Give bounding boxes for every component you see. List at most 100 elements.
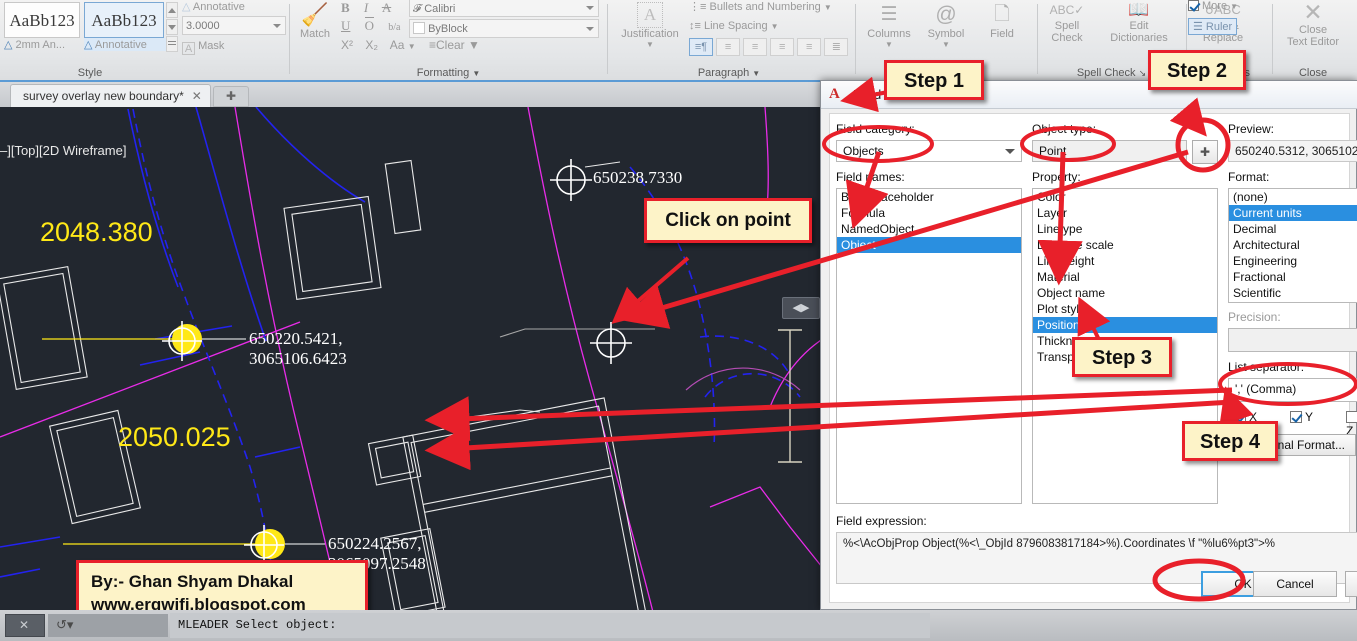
list-item[interactable]: Engineering <box>1229 253 1357 269</box>
list-item[interactable]: (none) <box>1229 189 1357 205</box>
bullets-numbering-button[interactable]: ⋮≡ Bullets and Numbering ▼ <box>689 0 832 13</box>
chevron-down-icon[interactable]: ▼ <box>857 40 921 49</box>
coordinate-label-1: 650220.5421, 3065106.6423 <box>249 329 347 368</box>
align-left-button[interactable]: ≡ <box>716 38 741 56</box>
coordinate-label-top: 650238.7330 <box>593 168 683 187</box>
format-list[interactable]: (none) Current units Decimal Architectur… <box>1228 188 1357 303</box>
command-line-bar: ✕ ↺▾ MLEADER Select object: <box>0 610 1357 641</box>
style-scroll-down-button[interactable] <box>166 19 178 35</box>
list-separator-combo[interactable]: ',' (Comma) <box>1228 378 1357 402</box>
style-scroll-up-button[interactable] <box>166 2 178 18</box>
chevron-down-icon[interactable]: ▼ <box>617 40 683 49</box>
field-category-combo[interactable]: Objects <box>836 140 1022 162</box>
font-family-value: Calibri <box>424 3 456 15</box>
superscript-button[interactable]: X² <box>341 38 353 52</box>
strikethrough-button[interactable]: A <box>382 0 391 15</box>
match-label: Match <box>300 28 330 40</box>
command-input[interactable]: MLEADER Select object: <box>170 613 930 638</box>
underline-button[interactable]: U <box>341 18 350 33</box>
format-row-2: U O b/a <box>341 17 401 34</box>
symbol-icon[interactable]: @ <box>919 2 973 28</box>
precision-label: Precision: <box>1228 310 1281 324</box>
document-tab-survey-overlay[interactable]: survey overlay new boundary* ✕ <box>10 84 211 107</box>
viewport-nav-widget[interactable]: ◀▶ <box>782 297 820 319</box>
ribbon-panel-field: 🗋 Field <box>975 0 1035 80</box>
list-item[interactable]: Plot style <box>1033 301 1217 317</box>
paragraph-settings-button[interactable]: ≣ <box>824 38 849 56</box>
list-item[interactable]: Decimal <box>1229 221 1357 237</box>
style-expand-button[interactable] <box>166 36 178 52</box>
columns-icon[interactable]: ☰ <box>857 2 921 28</box>
spell-check-icon[interactable]: ABC✓ <box>1039 0 1095 20</box>
axis-y-checkbox[interactable]: Y <box>1290 410 1313 424</box>
list-item[interactable]: Material <box>1033 269 1217 285</box>
new-tab-button[interactable]: ✚ <box>213 86 249 107</box>
list-item[interactable]: Lineweight <box>1033 253 1217 269</box>
elevation-label-1: 2048.380 <box>40 217 153 247</box>
chevron-down-icon <box>586 6 594 10</box>
more-options-button[interactable]: More ▼ <box>1188 0 1238 12</box>
preview-label: Preview: <box>1228 122 1275 136</box>
list-separator-label: List separator: <box>1228 360 1305 374</box>
list-item[interactable]: Layer <box>1033 205 1217 221</box>
close-text-editor-icon[interactable]: ✕ <box>1274 0 1352 24</box>
clear-formatting-button[interactable]: ≡Clear ▼ <box>429 38 480 52</box>
text-style-sample-2[interactable]: AaBb123 <box>84 2 164 38</box>
italic-button[interactable]: I <box>364 0 368 15</box>
line-spacing-button[interactable]: ↕≡ Line Spacing ▼ <box>689 20 779 32</box>
font-family-combo[interactable]: 𝓕 Calibri <box>409 0 599 17</box>
align-center-button[interactable]: ≡ <box>743 38 768 56</box>
command-line-grip[interactable]: ✕ <box>5 614 45 637</box>
field-names-list[interactable]: BlockPlaceholder Formula NamedObject Obj… <box>836 188 1022 504</box>
overline-button[interactable]: O <box>364 17 375 33</box>
align-justify-button[interactable]: ≡¶ <box>689 38 713 56</box>
align-right-button[interactable]: ≡ <box>770 38 795 56</box>
edit-dictionaries-icon[interactable]: 📖 <box>1095 0 1183 20</box>
panel-divider <box>607 4 608 74</box>
paragraph-panel-title: Paragraph ▼ <box>697 67 761 79</box>
list-item[interactable]: Linetype <box>1033 221 1217 237</box>
annotative-toggle[interactable]: △ Annotative <box>182 0 245 13</box>
close-icon[interactable]: ✕ <box>192 89 202 103</box>
text-color-value: ByBlock <box>428 23 468 35</box>
text-color-combo[interactable]: ByBlock <box>409 19 599 38</box>
mask-button[interactable]: A Mask <box>182 40 224 55</box>
align-distributed-button[interactable]: ≡ <box>797 38 822 56</box>
ruler-toggle-button[interactable]: ☰ Ruler <box>1188 18 1238 35</box>
command-line-tool-icon[interactable]: ↺▾ <box>48 614 168 637</box>
list-item[interactable]: Fractional <box>1229 269 1357 285</box>
list-item[interactable]: BlockPlaceholder <box>837 189 1021 205</box>
list-item[interactable]: Color <box>1033 189 1217 205</box>
stack-button[interactable]: b/a <box>388 22 400 33</box>
format-row-3: X² X₂ Aa ▼ ≡Clear ▼ <box>341 38 480 52</box>
checkbox-icon <box>1188 0 1199 11</box>
list-item[interactable]: Scientific <box>1229 285 1357 301</box>
field-icon[interactable]: 🗋 <box>975 2 1029 28</box>
document-tab-label: survey overlay new boundary* <box>23 89 184 103</box>
edit-dictionaries-label: Edit Dictionaries <box>1110 20 1168 44</box>
bold-button[interactable]: B <box>341 0 350 15</box>
help-button[interactable] <box>1345 571 1357 597</box>
chevron-down-icon[interactable]: ▼ <box>408 42 416 51</box>
subscript-button[interactable]: X₂ <box>365 38 378 52</box>
justification-icon[interactable]: A <box>637 2 663 28</box>
match-properties-icon[interactable]: 🧹 <box>293 2 337 28</box>
change-case-button[interactable]: Aa <box>390 38 405 52</box>
select-object-button[interactable]: ✚ <box>1192 140 1218 164</box>
style-sample-2-text: AaBb123 <box>91 11 157 30</box>
list-item[interactable]: Architectural <box>1229 237 1357 253</box>
text-style-sample-1[interactable]: AaBb123 <box>4 2 80 38</box>
cancel-button[interactable]: Cancel <box>1253 571 1337 597</box>
list-item[interactable]: Formula <box>837 205 1021 221</box>
object-type-value: Point <box>1039 144 1067 158</box>
list-item[interactable]: NamedObject <box>837 221 1021 237</box>
list-item-selected[interactable]: Position <box>1033 317 1217 333</box>
chevron-down-icon[interactable]: ▼ <box>919 40 973 49</box>
text-height-combo[interactable]: 3.0000 <box>182 16 286 35</box>
step-4-callout: Step 4 <box>1182 421 1278 461</box>
list-item-selected[interactable]: Object <box>837 237 1021 253</box>
list-item[interactable]: Linetype scale <box>1033 237 1217 253</box>
options-group: More ▼ ☰ Ruler <box>1186 0 1270 56</box>
list-item[interactable]: Object name <box>1033 285 1217 301</box>
list-item-selected[interactable]: Current units <box>1229 205 1357 221</box>
